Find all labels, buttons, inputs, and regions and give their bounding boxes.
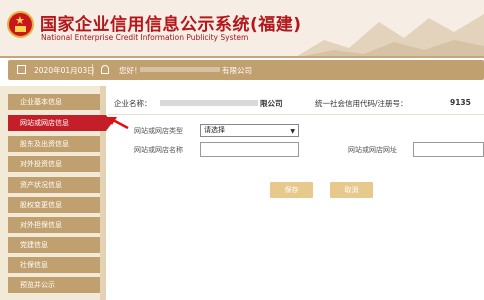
site-header: ★ 国家企业信用信息公示系统(福建) National Enterprise C… — [0, 0, 484, 58]
dropdown-caret-icon: ▼ — [290, 128, 295, 135]
credit-code-label: 统一社会信用代码/注册号： — [315, 99, 408, 108]
current-date: 2020年01月03日 — [34, 66, 95, 75]
user-icon — [101, 65, 109, 74]
sidebar-item-preview-publish[interactable]: 预览并公示 — [8, 277, 100, 293]
sidebar-item-social-security[interactable]: 社保信息 — [8, 257, 100, 273]
sidebar-item-party-info[interactable]: 党建信息 — [8, 237, 100, 253]
site-type-selected: 请选择 — [204, 126, 225, 134]
redacted-company-name — [160, 100, 258, 106]
credit-code-value: 9135 — [450, 98, 471, 107]
company-name-label: 企业名称： — [114, 99, 152, 108]
site-url-input[interactable] — [413, 142, 484, 157]
site-title: 国家企业信用信息公示系统(福建) — [40, 15, 302, 35]
cancel-button[interactable]: 取消 — [330, 182, 373, 198]
content-divider — [108, 114, 484, 115]
save-button[interactable]: 保存 — [270, 182, 313, 198]
greeting-company-suffix: 有限公司 — [222, 66, 252, 75]
redacted-company-name — [140, 67, 220, 72]
site-url-label: 网站或网店网址 — [348, 146, 397, 154]
greeting-text: 您好！ — [119, 66, 142, 75]
mountain-illustration — [294, 14, 484, 58]
site-type-select[interactable]: 请选择 ▼ — [200, 124, 299, 137]
header-divider — [0, 56, 484, 58]
sidebar-item-shareholder-info[interactable]: 股东及出资信息 — [8, 136, 100, 152]
site-subtitle: National Enterprise Credit Information P… — [41, 33, 249, 42]
company-name-suffix: 限公司 — [260, 99, 283, 108]
sidebar-item-website-info[interactable]: 网站或网店信息 — [8, 115, 112, 131]
sidebar-item-equity-change[interactable]: 股权变更信息 — [8, 197, 100, 213]
sidebar-item-investment-info[interactable]: 对外投资信息 — [8, 156, 100, 172]
calendar-icon — [17, 65, 26, 74]
national-emblem-icon: ★ — [7, 11, 34, 38]
red-arrow-icon — [107, 117, 129, 130]
info-separator — [92, 64, 93, 76]
site-type-label: 网站或网店类型 — [134, 127, 183, 135]
sidebar-item-asset-info[interactable]: 资产状况信息 — [8, 177, 100, 193]
sidebar-item-guarantee-info[interactable]: 对外担保信息 — [8, 217, 100, 233]
site-name-input[interactable] — [200, 142, 299, 157]
site-name-label: 网站或网店名称 — [134, 146, 183, 154]
sidebar-item-basic-info[interactable]: 企业基本信息 — [8, 94, 100, 110]
info-bar: 2020年01月03日 您好！ 有限公司 — [8, 60, 484, 80]
